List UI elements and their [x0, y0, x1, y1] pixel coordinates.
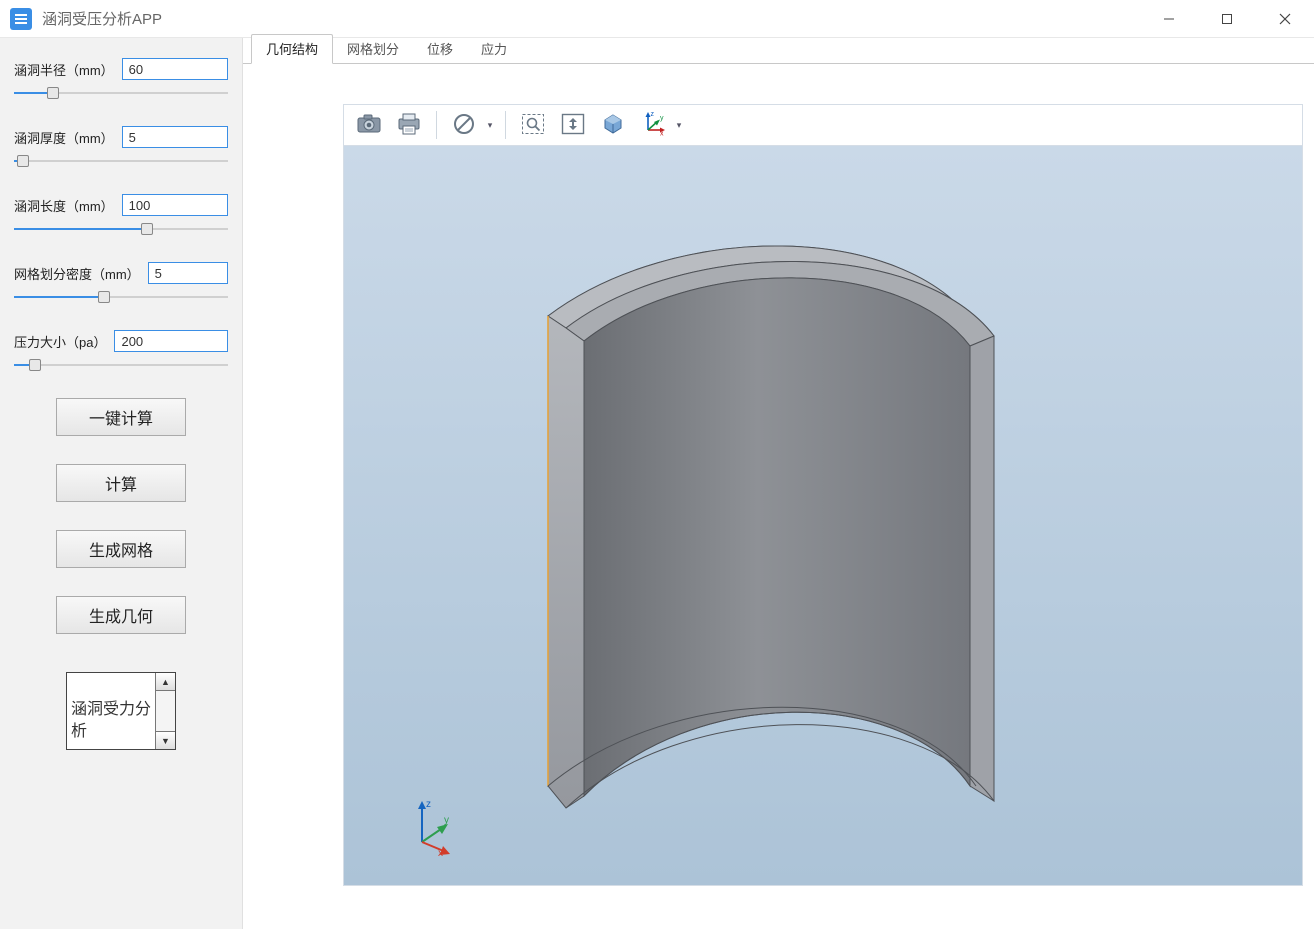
param-label: 涵洞厚度（mm） [14, 128, 114, 147]
param-slider[interactable] [14, 222, 228, 236]
param-label: 压力大小（pa） [14, 332, 106, 351]
3d-viewport[interactable]: z y x [343, 146, 1303, 886]
slider-thumb[interactable] [98, 291, 110, 303]
viewport-toolbar: ▾ [343, 104, 1303, 146]
maximize-button[interactable] [1198, 0, 1256, 37]
tab[interactable]: 应力 [467, 35, 521, 63]
param-field: 涵洞半径（mm） [14, 58, 228, 100]
window-controls [1140, 0, 1314, 37]
listbox-item: 涵洞受力分析 [67, 673, 155, 749]
hide-show-button[interactable] [445, 108, 483, 142]
param-input[interactable] [122, 126, 228, 148]
param-label: 网格划分密度（mm） [14, 264, 140, 283]
print-icon [397, 113, 421, 138]
title-bar: 涵洞受压分析APP [0, 0, 1314, 38]
param-field: 涵洞厚度（mm） [14, 126, 228, 168]
param-slider[interactable] [14, 154, 228, 168]
param-label: 涵洞长度（mm） [14, 196, 114, 215]
fit-view-button[interactable] [554, 108, 592, 142]
zoom-box-icon [521, 113, 545, 138]
hide-show-dropdown[interactable]: ▾ [483, 108, 497, 142]
generate-geometry-button[interactable]: 生成几何 [56, 596, 186, 634]
results-listbox[interactable]: 涵洞受力分析 ▲ ▼ [66, 672, 176, 750]
camera-icon [357, 114, 381, 137]
app-logo-icon [10, 8, 32, 30]
slider-thumb[interactable] [29, 359, 41, 371]
minimize-button[interactable] [1140, 0, 1198, 37]
scroll-track[interactable] [156, 691, 175, 731]
param-slider[interactable] [14, 290, 228, 304]
axes-icon: z y x [640, 112, 666, 139]
calculate-button[interactable]: 计算 [56, 464, 186, 502]
param-input[interactable] [122, 58, 228, 80]
scroll-up-icon[interactable]: ▲ [156, 673, 175, 691]
param-field: 压力大小（pa） [14, 330, 228, 372]
print-button[interactable] [390, 108, 428, 142]
axis-gizmo: z y x [404, 797, 464, 857]
scroll-down-icon[interactable]: ▼ [156, 731, 175, 749]
close-button[interactable] [1256, 0, 1314, 37]
rotate-view-button[interactable] [594, 108, 632, 142]
slider-thumb[interactable] [141, 223, 153, 235]
axis-y-label: y [444, 815, 449, 826]
axis-x-label: x [438, 848, 443, 857]
generate-mesh-button[interactable]: 生成网格 [56, 530, 186, 568]
param-input[interactable] [122, 194, 228, 216]
param-slider[interactable] [14, 358, 228, 372]
tab[interactable]: 几何结构 [251, 34, 333, 64]
tab[interactable]: 网格划分 [333, 35, 413, 63]
param-slider[interactable] [14, 86, 228, 100]
content-area: 几何结构网格划分位移应力 [243, 38, 1314, 929]
axes-orientation-button[interactable]: z y x [634, 108, 672, 142]
one-click-calc-button[interactable]: 一键计算 [56, 398, 186, 436]
slider-thumb[interactable] [17, 155, 29, 167]
no-symbol-icon [453, 113, 475, 138]
param-input[interactable] [114, 330, 228, 352]
param-field: 涵洞长度（mm） [14, 194, 228, 236]
tab[interactable]: 位移 [413, 35, 467, 63]
screenshot-button[interactable] [350, 108, 388, 142]
rotate-view-icon [601, 112, 625, 139]
parameter-sidebar: 涵洞半径（mm） 涵洞厚度（mm） 涵洞长度（mm） 网格划分密度（mm） 压力大小（p… [0, 38, 243, 929]
view-tabs: 几何结构网格划分位移应力 [243, 38, 1314, 64]
fit-view-icon [561, 113, 585, 138]
listbox-scrollbar[interactable]: ▲ ▼ [155, 673, 175, 749]
svg-text:x: x [660, 130, 664, 136]
param-label: 涵洞半径（mm） [14, 60, 114, 79]
axes-orientation-dropdown[interactable]: ▾ [672, 108, 686, 142]
window-title: 涵洞受压分析APP [42, 8, 162, 29]
param-input[interactable] [148, 262, 228, 284]
geometry-render [344, 146, 1303, 886]
zoom-box-button[interactable] [514, 108, 552, 142]
svg-text:y: y [660, 115, 664, 122]
axis-z-label: z [426, 799, 431, 810]
slider-thumb[interactable] [47, 87, 59, 99]
param-field: 网格划分密度（mm） [14, 262, 228, 304]
svg-text:z: z [651, 112, 655, 118]
